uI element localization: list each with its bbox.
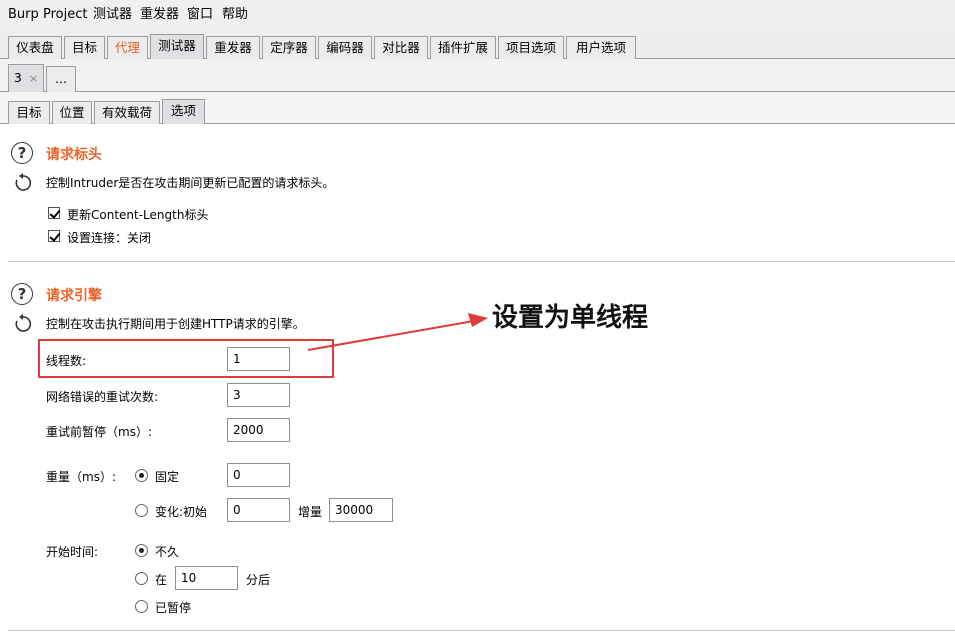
start-immediately-label: 不久 — [155, 545, 180, 559]
increment-input[interactable] — [329, 498, 393, 522]
fixed-radio[interactable] — [135, 469, 148, 482]
start-immediately-radio[interactable] — [135, 544, 148, 557]
tab-comparer[interactable]: 对比器 — [374, 36, 428, 59]
fixed-delay-input[interactable] — [227, 463, 290, 487]
tab-target[interactable]: 目标 — [8, 101, 50, 124]
variable-initial-input[interactable] — [227, 498, 290, 522]
menu-window[interactable]: 窗口 — [187, 7, 213, 23]
main-tab-bar: 仪表盘 目标 代理 测试器 重发器 定序器 编码器 对比器 插件扩展 项目选项 … — [0, 30, 955, 59]
refresh-icon[interactable] — [12, 172, 34, 194]
tab-project-options[interactable]: 项目选项 — [498, 36, 564, 59]
annotation-arrow-icon — [307, 313, 488, 351]
update-content-length-label: 更新Content-Length标头 — [67, 208, 209, 222]
threads-highlight-box — [38, 339, 334, 378]
tab-intruder[interactable]: 测试器 — [150, 34, 204, 59]
request-headers-desc: 控制Intruder是否在攻击期间更新已配置的请求标头。 — [46, 176, 335, 190]
menu-project[interactable]: Project — [43, 7, 87, 23]
start-paused-radio[interactable] — [135, 600, 148, 613]
retries-input[interactable] — [227, 383, 290, 407]
tab-dashboard[interactable]: 仪表盘 — [8, 36, 62, 59]
throttle-label: 重量（ms）: — [46, 470, 116, 484]
tab-repeater[interactable]: 重发器 — [206, 36, 260, 59]
section-divider — [8, 630, 955, 631]
tab-payloads[interactable]: 有效载荷 — [94, 101, 160, 124]
connection-close-label: 设置连接：关闭 — [67, 231, 152, 245]
start-in-label: 在 — [155, 573, 168, 587]
options-panel — [0, 127, 955, 634]
tab-extender[interactable]: 插件扩展 — [430, 36, 496, 59]
help-icon[interactable]: ? — [11, 283, 33, 305]
start-paused-label: 已暂停 — [155, 601, 192, 615]
menu-burp[interactable]: Burp — [8, 7, 39, 23]
update-content-length-checkbox[interactable] — [48, 207, 60, 219]
tab-proxy[interactable]: 代理 — [107, 36, 148, 59]
instance-number: 3 — [13, 70, 22, 85]
tab-positions[interactable]: 位置 — [52, 101, 92, 124]
close-icon[interactable]: × — [29, 72, 38, 85]
connection-close-checkbox[interactable] — [48, 230, 60, 242]
refresh-icon[interactable] — [12, 313, 34, 335]
variable-radio[interactable] — [135, 504, 148, 517]
help-icon[interactable]: ? — [11, 142, 33, 164]
menu-bar: Burp Project 测试器 重发器 窗口 帮助 — [0, 0, 955, 30]
retries-label: 网络错误的重试次数: — [46, 390, 159, 404]
tab-decoder[interactable]: 编码器 — [318, 36, 372, 59]
fixed-label: 固定 — [155, 470, 180, 484]
intruder-tab-bar: 目标 位置 有效载荷 选项 — [0, 92, 955, 124]
tab-sequencer[interactable]: 定序器 — [262, 36, 316, 59]
request-engine-title: 请求引擎 — [46, 288, 102, 304]
start-time-label: 开始时间: — [46, 545, 99, 559]
tab-user-options[interactable]: 用户选项 — [566, 36, 636, 59]
tab-instance-3[interactable]: 3 × — [8, 64, 44, 92]
variable-initial-label: 变化:初始 — [155, 505, 208, 519]
pause-before-retry-input[interactable] — [227, 418, 290, 442]
instance-tab-bar: 3 × ... — [0, 59, 955, 92]
pause-before-retry-label: 重试前暂停（ms）: — [46, 425, 152, 439]
request-headers-title: 请求标头 — [46, 147, 102, 163]
tab-new-instance[interactable]: ... — [46, 66, 76, 92]
tab-options[interactable]: 选项 — [162, 99, 205, 124]
menu-intruder[interactable]: 测试器 — [93, 7, 132, 23]
start-in-unit-label: 分后 — [246, 573, 271, 587]
start-in-minutes-input[interactable] — [175, 566, 238, 590]
menu-repeater[interactable]: 重发器 — [140, 7, 179, 23]
start-in-radio[interactable] — [135, 572, 148, 585]
menu-help[interactable]: 帮助 — [222, 7, 248, 23]
tab-target[interactable]: 目标 — [64, 36, 105, 59]
section-divider — [8, 261, 955, 262]
increment-label: 增量 — [298, 505, 323, 519]
request-engine-desc: 控制在攻击执行期间用于创建HTTP请求的引擎。 — [46, 317, 305, 331]
annotation-text: 设置为单线程 — [492, 303, 649, 333]
